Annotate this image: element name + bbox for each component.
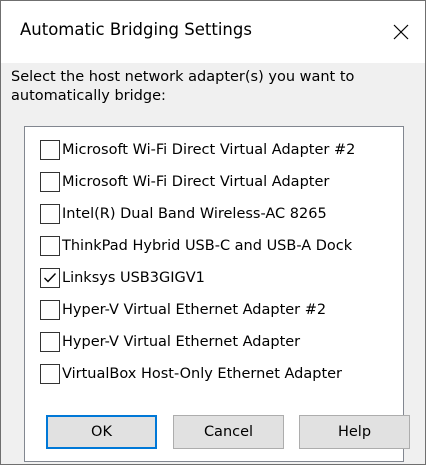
list-item[interactable]: ThinkPad Hybrid USB-C and USB-A Dock [40, 231, 400, 261]
adapter-label: Microsoft Wi-Fi Direct Virtual Adapter [62, 174, 330, 190]
adapter-checkbox[interactable] [40, 364, 60, 384]
adapter-label: Hyper-V Virtual Ethernet Adapter [62, 334, 301, 350]
adapter-label: VirtualBox Host-Only Ethernet Adapter [62, 366, 343, 382]
dialog-window: Automatic Bridging Settings Select the h… [0, 0, 426, 465]
adapter-list[interactable]: Microsoft Wi-Fi Direct Virtual Adapter #… [24, 126, 404, 462]
adapter-label: Hyper-V Virtual Ethernet Adapter #2 [62, 302, 327, 318]
close-button[interactable] [379, 7, 425, 55]
adapter-label: Intel(R) Dual Band Wireless-AC 8265 [62, 206, 327, 222]
adapter-label: Linksys USB3GIGV1 [62, 270, 205, 286]
dialog-title: Automatic Bridging Settings [20, 20, 252, 39]
adapter-checkbox[interactable] [40, 236, 60, 256]
cancel-button[interactable]: Cancel [173, 415, 284, 449]
adapter-label: Microsoft Wi-Fi Direct Virtual Adapter #… [62, 142, 356, 158]
list-item[interactable]: Intel(R) Dual Band Wireless-AC 8265 [40, 199, 400, 229]
adapter-checkbox[interactable] [40, 204, 60, 224]
title-bar[interactable]: Automatic Bridging Settings [1, 1, 425, 63]
close-icon [393, 24, 409, 40]
list-item[interactable]: Microsoft Wi-Fi Direct Virtual Adapter #… [40, 135, 400, 165]
dialog-body: Select the host network adapter(s) you w… [1, 63, 425, 464]
ok-button[interactable]: OK [46, 415, 157, 449]
adapter-checkbox[interactable] [40, 332, 60, 352]
list-item[interactable]: Linksys USB3GIGV1 [40, 263, 400, 293]
list-item[interactable]: Hyper-V Virtual Ethernet Adapter #2 [40, 295, 400, 325]
adapter-checkbox[interactable] [40, 172, 60, 192]
list-item[interactable]: Hyper-V Virtual Ethernet Adapter [40, 327, 400, 357]
adapter-checkbox[interactable] [40, 140, 60, 160]
adapter-label: ThinkPad Hybrid USB-C and USB-A Dock [62, 238, 353, 254]
help-button[interactable]: Help [299, 415, 410, 449]
adapter-checkbox[interactable] [40, 268, 60, 288]
adapter-checkbox[interactable] [40, 300, 60, 320]
instruction-text: Select the host network adapter(s) you w… [11, 69, 355, 104]
list-item[interactable]: VirtualBox Host-Only Ethernet Adapter [40, 359, 400, 389]
list-item[interactable]: Microsoft Wi-Fi Direct Virtual Adapter [40, 167, 400, 197]
checkmark-icon [44, 273, 57, 283]
